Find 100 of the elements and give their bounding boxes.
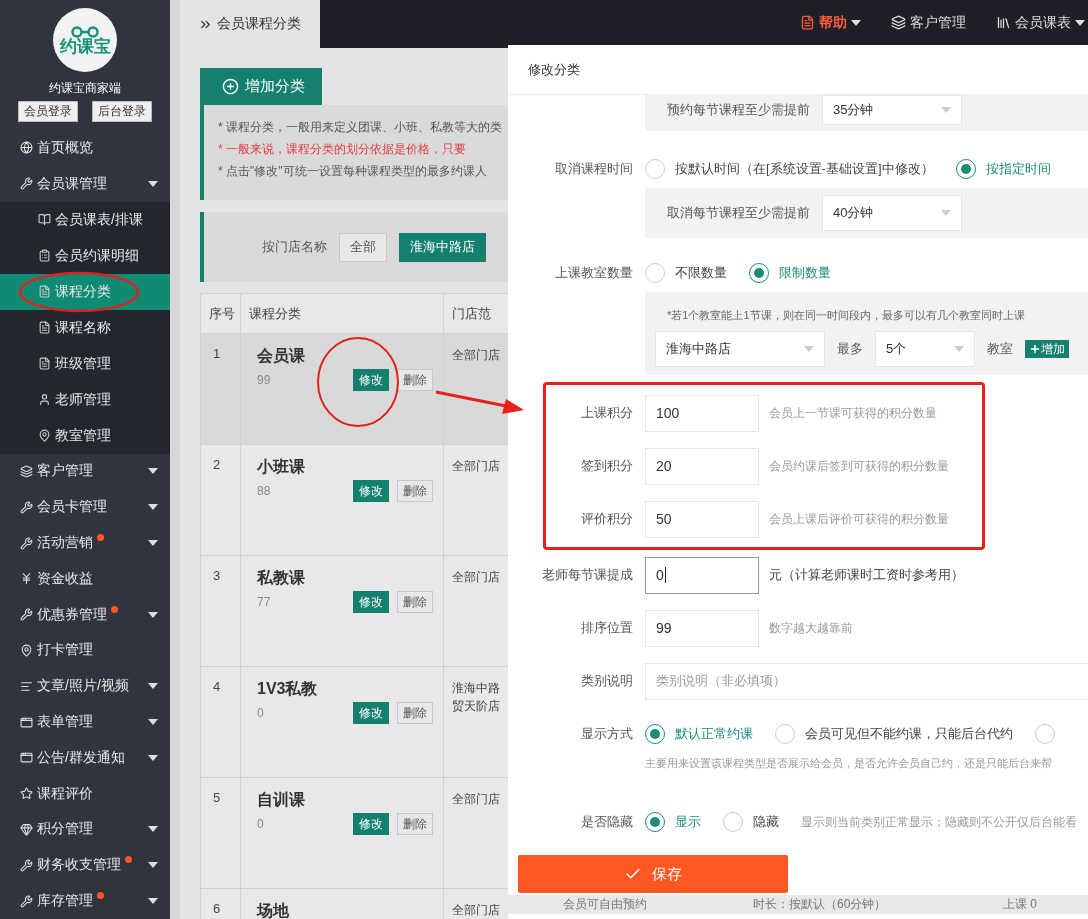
delete-button[interactable]: 删除: [397, 591, 433, 613]
course-name: 小班课: [256, 457, 306, 477]
field-hint: 显示则当前类别正常显示；隐藏则不公开仅后台能看: [801, 813, 1077, 831]
form-label: 是否隐藏: [580, 813, 633, 831]
field-hint: 数字越大越靠前: [769, 619, 853, 637]
points-input[interactable]: 100: [645, 394, 759, 432]
table-cell-text: 会员可自由预约: [563, 896, 648, 913]
form-label: 取消课程时间: [554, 160, 633, 178]
filter-label: 按门店名称: [262, 238, 327, 256]
form-label: 上课教室数量: [554, 264, 633, 282]
top-menu-item[interactable]: 会员课表: [996, 13, 1085, 32]
nav-icon: [38, 249, 51, 263]
field-hint: 主要用来设置该课程类型是否展示给会员，是否允许会员自己约，还是只能后台来帮: [645, 755, 1052, 771]
delete-button[interactable]: 删除: [397, 702, 433, 724]
panel-label: 教室: [987, 340, 1013, 358]
edit-button[interactable]: 修改: [353, 369, 389, 391]
column-header: 门店范: [452, 304, 492, 323]
course-name: 场地: [255, 901, 290, 919]
edit-button[interactable]: 修改: [353, 813, 389, 835]
nav-item[interactable]: 活动营销: [0, 525, 170, 561]
course-name: 会员课: [256, 346, 306, 366]
nav-icon: [20, 679, 33, 693]
store-text: 全部门店: [452, 347, 501, 364]
radio-label: 按指定时间: [985, 160, 1051, 178]
nav-icon: [20, 643, 33, 657]
login-button[interactable]: 会员登录: [18, 101, 78, 122]
edit-button[interactable]: 修改: [353, 480, 389, 502]
nav-subitem[interactable]: 班级管理: [0, 345, 170, 382]
caret-icon: [941, 107, 951, 113]
nav-item[interactable]: 公告/群发通知: [0, 739, 170, 776]
nav-subitem[interactable]: 教室管理: [0, 417, 170, 454]
column-header: 课程分类: [249, 304, 302, 323]
nav-icon: [20, 715, 33, 729]
nav-icon: [20, 894, 33, 908]
plus-icon: [1029, 343, 1041, 355]
breadcrumb-tab[interactable]: 会员课程分类: [180, 0, 320, 48]
delete-button[interactable]: 删除: [397, 480, 433, 502]
caret-icon: [1075, 19, 1085, 26]
row-number: 5: [212, 790, 222, 805]
store-filter-button[interactable]: 全部: [339, 232, 387, 262]
points-input[interactable]: 20: [645, 447, 759, 485]
nav-icon: [38, 393, 51, 407]
store-text: 淮海中路: [452, 680, 501, 697]
commission-input[interactable]: 0: [645, 556, 759, 594]
nav-item[interactable]: 课程评价: [0, 775, 170, 812]
nav-item[interactable]: 优惠券管理: [0, 596, 170, 633]
edit-button[interactable]: 修改: [353, 591, 389, 613]
store-select[interactable]: 淮海中路店: [655, 331, 825, 367]
nav-subitem[interactable]: 会员约课明细: [0, 237, 170, 274]
caret-icon: [148, 540, 158, 547]
caret-icon: [148, 468, 158, 475]
nav-item[interactable]: 资金收益: [0, 561, 170, 597]
nav-item[interactable]: 表单管理: [0, 704, 170, 740]
course-name: 私教课: [256, 568, 306, 588]
nav-icon: [20, 572, 33, 586]
top-menu-item[interactable]: 帮助: [800, 13, 861, 32]
unit-note: 元（计算老师课时工资时参考用）: [769, 566, 964, 584]
store-text: 全部门店: [452, 791, 501, 808]
nav-item[interactable]: 库存管理: [0, 883, 170, 919]
nav-item[interactable]: 文章/照片/视频: [0, 668, 170, 705]
nav-subitem[interactable]: 会员课表/排课: [0, 201, 170, 238]
minutes-select[interactable]: 35分钟: [822, 95, 962, 125]
delete-button[interactable]: 删除: [397, 369, 433, 391]
radio-label: 隐藏: [753, 813, 779, 831]
row-number: 2: [212, 457, 222, 472]
caret-icon: [148, 719, 158, 726]
edit-button[interactable]: 修改: [353, 702, 389, 724]
nav-subitem[interactable]: 课程名称: [0, 309, 170, 346]
nav-item[interactable]: 首页概览: [0, 130, 170, 166]
nav-item[interactable]: 会员课管理: [0, 165, 170, 202]
sort-input[interactable]: 99: [645, 609, 759, 647]
panel-label: 预约每节课程至少需提前: [667, 101, 810, 119]
top-menu-item[interactable]: 客户管理: [891, 13, 966, 32]
radio-label: 限制数量: [779, 264, 831, 282]
nav-icon: [20, 141, 33, 155]
add-category-button[interactable]: 增加分类: [200, 68, 322, 105]
plus-icon: [222, 78, 239, 95]
nav-icon: [20, 822, 33, 836]
nav-item[interactable]: 打卡管理: [0, 632, 170, 669]
sidebar-title: 约课宝商家端: [49, 80, 121, 97]
nav-subitem[interactable]: 课程分类: [0, 273, 170, 310]
login-button[interactable]: 后台登录: [92, 101, 152, 122]
radio-label: 按默认时间（在[系统设置-基础设置]中修改）: [675, 160, 934, 178]
caret-icon: [148, 826, 158, 833]
panel-label: 取消每节课程至少需提前: [667, 204, 810, 222]
nav-item[interactable]: 会员卡管理: [0, 489, 170, 526]
add-button[interactable]: 增加: [1025, 340, 1069, 358]
nav-icon: [38, 213, 51, 227]
points-input[interactable]: 50: [645, 500, 759, 538]
minutes-select[interactable]: 40分钟: [822, 195, 962, 231]
nav-item[interactable]: 积分管理: [0, 811, 170, 848]
count-select[interactable]: 5个: [875, 331, 975, 367]
logo-text: 约课宝: [59, 37, 111, 55]
course-name: 自训课: [256, 790, 306, 810]
nav-item[interactable]: 财务收支管理: [0, 847, 170, 884]
nav-item[interactable]: 客户管理: [0, 453, 170, 490]
store-filter-button[interactable]: 淮海中路店: [399, 232, 486, 262]
nav-subitem[interactable]: 老师管理: [0, 381, 170, 418]
panel-note: *若1个教室能上1节课，则在同一时间段内，最多可以有几个教室同时上课: [666, 308, 1026, 323]
delete-button[interactable]: 删除: [397, 813, 433, 835]
